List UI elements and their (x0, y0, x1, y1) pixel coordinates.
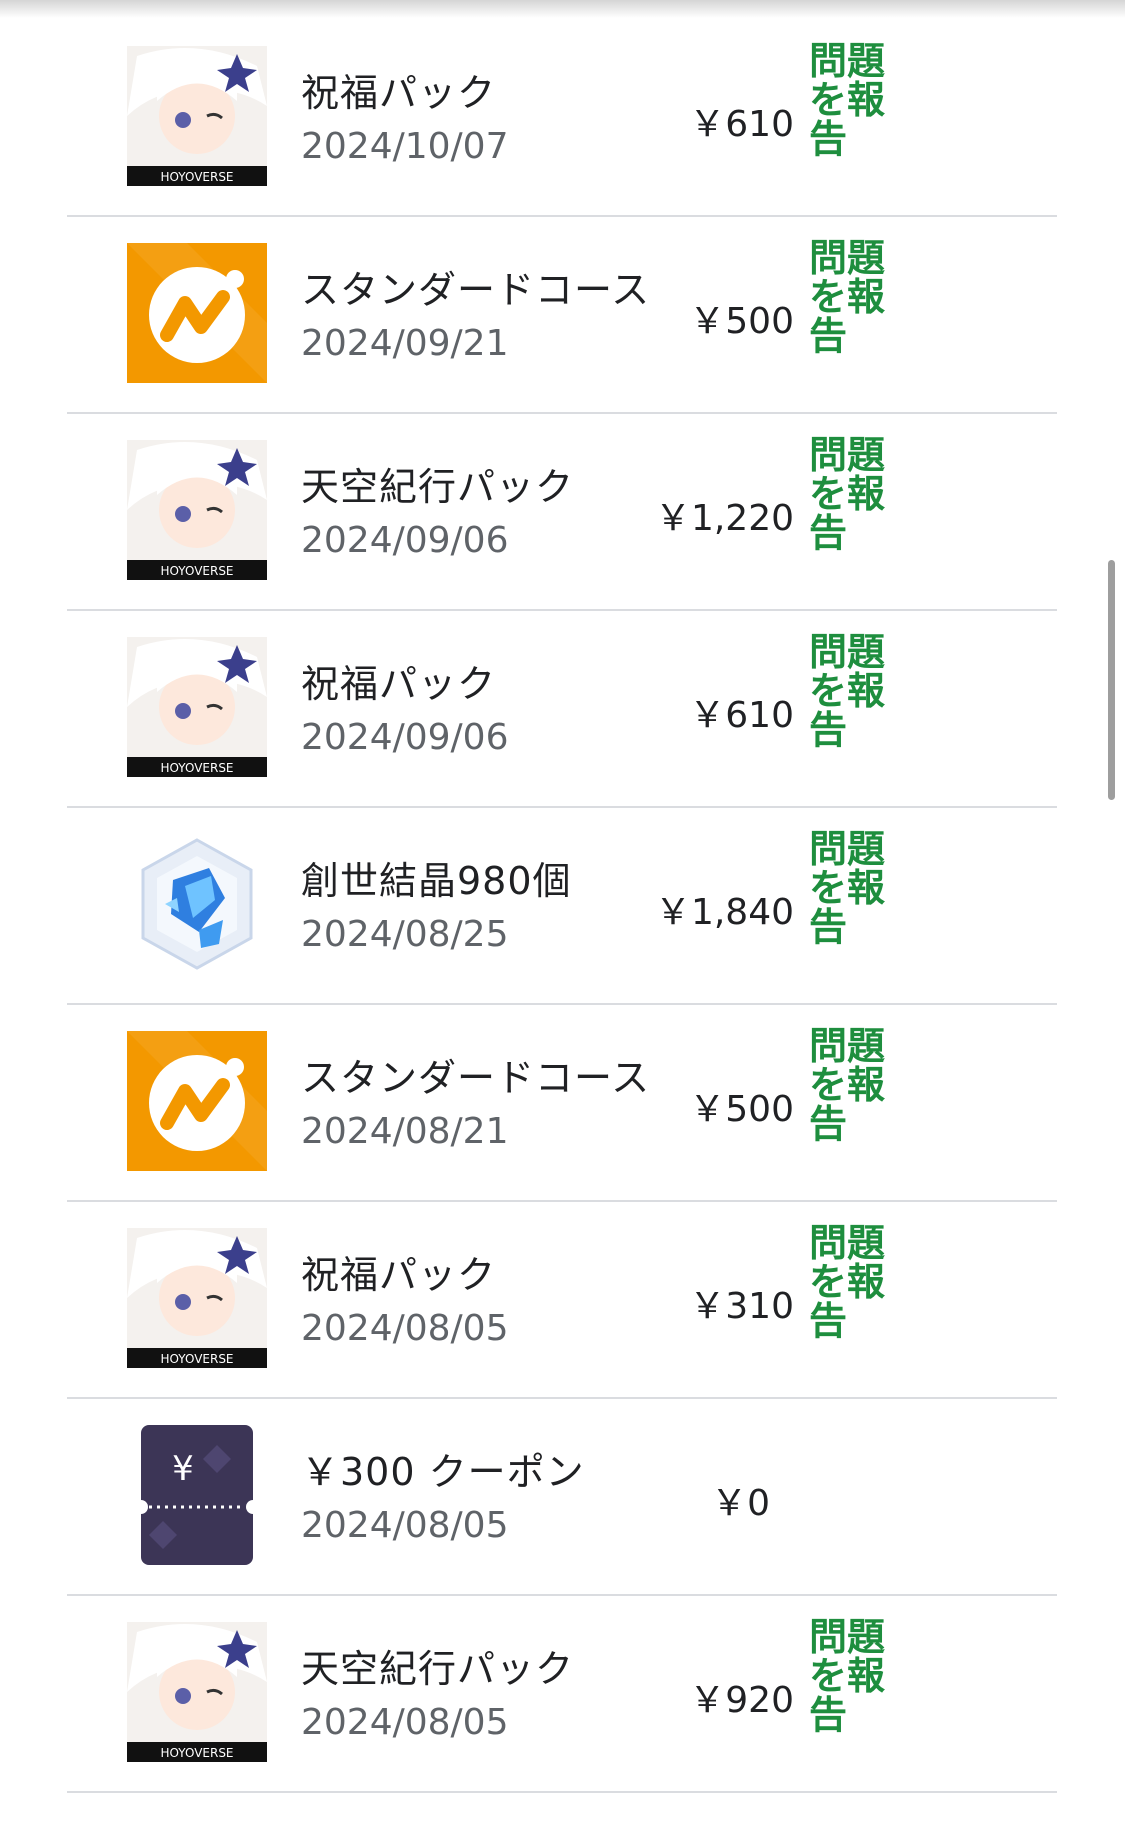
purchase-date: 2024/08/25 (301, 914, 509, 955)
item-name: 祝福パック (301, 662, 497, 706)
purchase-row[interactable]: HOYOVERSE 祝福パック 2024/08/05 ￥310 問題を報告 (67, 1202, 1057, 1399)
report-problem-link[interactable]: 問題を報告 (809, 239, 889, 356)
item-price: ￥500 (689, 1089, 794, 1130)
report-problem-link[interactable]: 問題を報告 (809, 1618, 889, 1735)
purchase-row[interactable]: HOYOVERSE 祝福パック 2024/09/06 ￥610 問題を報告 (67, 611, 1057, 808)
report-problem-link[interactable]: 問題を報告 (809, 1224, 889, 1341)
svg-text:HOYOVERSE: HOYOVERSE (160, 564, 233, 578)
moneyforward-icon (127, 1031, 267, 1171)
purchase-row[interactable]: 創世結晶980個 2024/08/25 ￥1,840 問題を報告 (67, 808, 1057, 1005)
purchase-row[interactable]: ¥ ￥300 クーポン 2024/08/05 ￥0 (67, 1399, 1057, 1596)
purchase-date: 2024/09/21 (301, 323, 509, 364)
item-price: ￥1,220 (654, 498, 794, 539)
svg-text:HOYOVERSE: HOYOVERSE (160, 1746, 233, 1760)
hoyoverse-paimon-icon: HOYOVERSE (127, 637, 267, 777)
purchase-date: 2024/09/06 (301, 717, 509, 758)
item-name: ￥300 クーポン (301, 1450, 585, 1494)
moneyforward-icon (127, 243, 267, 383)
purchase-history-list: HOYOVERSE 祝福パック 2024/10/07 ￥610 問題を報告 スタ… (67, 20, 1057, 1793)
purchase-row[interactable]: スタンダードコース 2024/08/21 ￥500 問題を報告 (67, 1005, 1057, 1202)
purchase-date: 2024/09/06 (301, 520, 509, 561)
item-price: ￥0 (711, 1483, 770, 1524)
vertical-scrollbar[interactable] (1108, 560, 1115, 800)
item-price: ￥1,840 (654, 892, 794, 933)
svg-text:¥: ¥ (172, 1449, 194, 1489)
item-name: 天空紀行パック (301, 465, 575, 509)
purchase-row[interactable]: HOYOVERSE 天空紀行パック 2024/09/06 ￥1,220 問題を報… (67, 414, 1057, 611)
top-app-bar-shadow (0, 0, 1125, 18)
report-problem-link[interactable]: 問題を報告 (809, 1027, 889, 1144)
svg-text:HOYOVERSE: HOYOVERSE (160, 761, 233, 775)
coupon-icon: ¥ (127, 1425, 267, 1565)
item-price: ￥610 (689, 104, 794, 145)
purchase-date: 2024/08/05 (301, 1308, 509, 1349)
purchase-date: 2024/08/21 (301, 1111, 509, 1152)
hoyoverse-paimon-icon: HOYOVERSE (127, 46, 267, 186)
hoyoverse-paimon-icon: HOYOVERSE (127, 1622, 267, 1762)
item-price: ￥920 (689, 1680, 794, 1721)
hoyoverse-paimon-icon: HOYOVERSE (127, 1228, 267, 1368)
purchase-row[interactable]: HOYOVERSE 祝福パック 2024/10/07 ￥610 問題を報告 (67, 20, 1057, 217)
report-problem-link[interactable]: 問題を報告 (809, 42, 889, 159)
purchase-row[interactable]: HOYOVERSE 天空紀行パック 2024/08/05 ￥920 問題を報告 (67, 1596, 1057, 1793)
item-price: ￥310 (689, 1286, 794, 1327)
item-name: 祝福パック (301, 71, 497, 115)
purchase-row[interactable]: スタンダードコース 2024/09/21 ￥500 問題を報告 (67, 217, 1057, 414)
item-name: スタンダードコース (301, 1056, 651, 1100)
svg-text:HOYOVERSE: HOYOVERSE (160, 170, 233, 184)
item-name: 天空紀行パック (301, 1647, 575, 1691)
item-price: ￥500 (689, 301, 794, 342)
hoyoverse-paimon-icon: HOYOVERSE (127, 440, 267, 580)
item-name: スタンダードコース (301, 268, 651, 312)
item-name: 祝福パック (301, 1253, 497, 1297)
item-price: ￥610 (689, 695, 794, 736)
report-problem-link[interactable]: 問題を報告 (809, 633, 889, 750)
purchase-date: 2024/08/05 (301, 1505, 509, 1546)
genesis-crystal-icon (127, 834, 267, 974)
purchase-date: 2024/10/07 (301, 126, 509, 167)
report-problem-link[interactable]: 問題を報告 (809, 830, 889, 947)
item-name: 創世結晶980個 (301, 859, 572, 903)
report-problem-link[interactable]: 問題を報告 (809, 436, 889, 553)
purchase-date: 2024/08/05 (301, 1702, 509, 1743)
svg-text:HOYOVERSE: HOYOVERSE (160, 1352, 233, 1366)
